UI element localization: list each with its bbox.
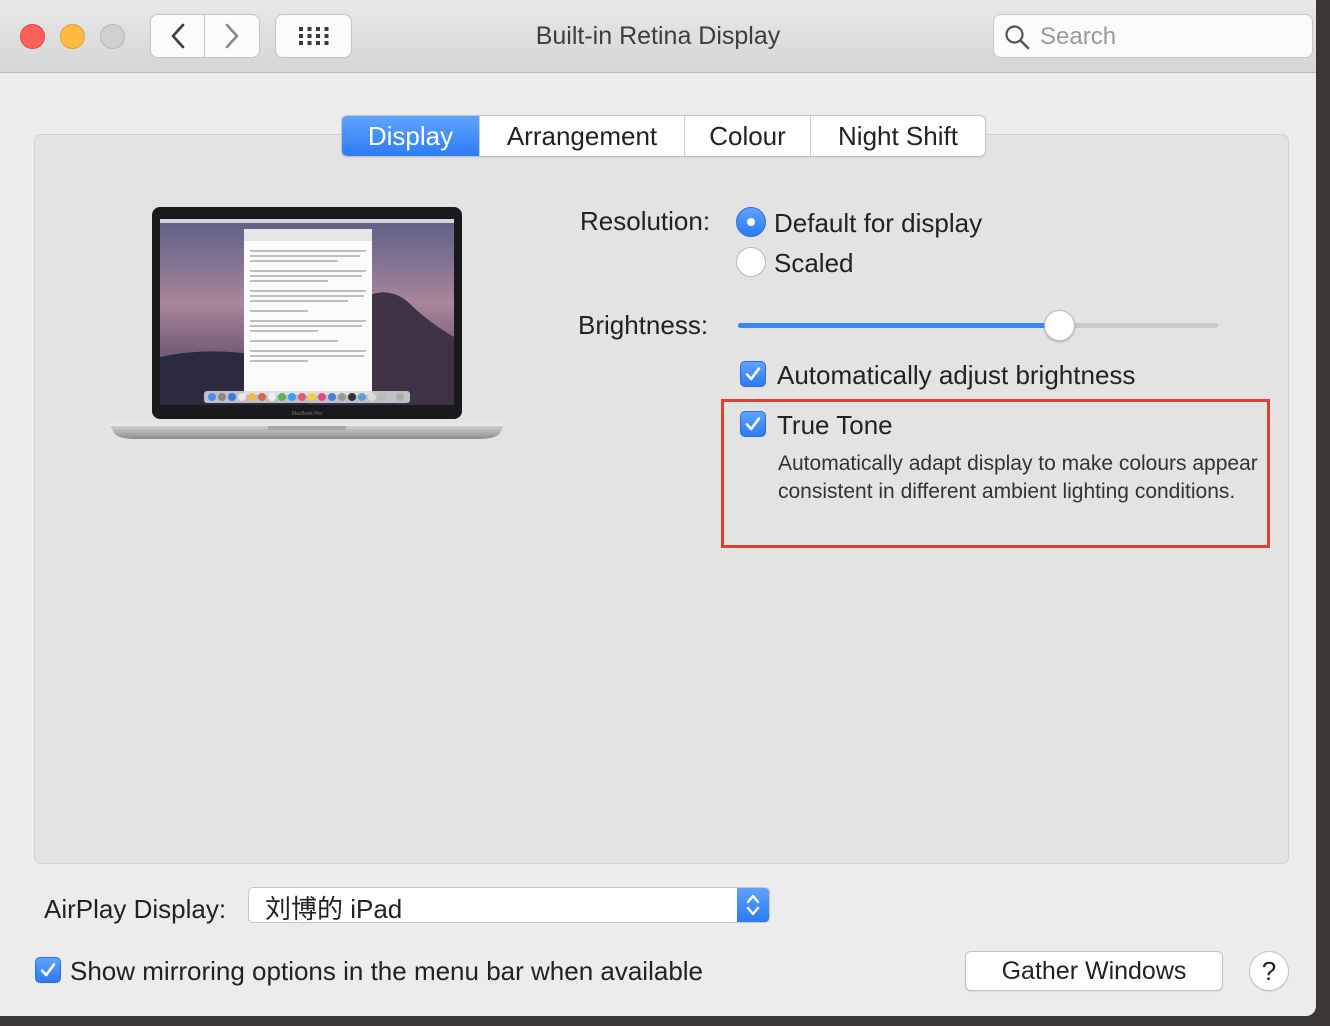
resolution-scaled-radio[interactable] — [736, 247, 766, 277]
airplay-display-label: AirPlay Display: — [44, 894, 227, 924]
chevron-left-icon — [171, 23, 184, 49]
search-field[interactable] — [993, 14, 1313, 58]
title-bar: Built-in Retina Display — [0, 0, 1316, 73]
chevron-right-icon — [225, 23, 239, 49]
airplay-display-value: 刘博的 iPad — [265, 894, 403, 924]
search-icon — [1005, 25, 1030, 50]
tab-arrangement[interactable]: Arrangement — [479, 116, 684, 156]
minimize-window-button[interactable] — [60, 24, 85, 49]
tab-bar: Display Arrangement Colour Night Shift — [341, 115, 986, 157]
mirroring-label[interactable]: Show mirroring options in the menu bar w… — [70, 956, 703, 987]
close-window-button[interactable] — [20, 24, 45, 49]
tab-colour[interactable]: Colour — [684, 116, 810, 156]
help-button[interactable]: ? — [1249, 951, 1289, 991]
brightness-slider[interactable] — [738, 310, 1218, 341]
auto-brightness-checkbox[interactable] — [740, 361, 766, 387]
checkmark-icon — [40, 963, 56, 977]
forward-button[interactable] — [205, 14, 260, 58]
system-preferences-window: Built-in Retina Display Display Arrangem… — [0, 0, 1316, 1016]
gather-windows-button[interactable]: Gather Windows — [965, 951, 1223, 991]
tab-display[interactable]: Display — [342, 116, 479, 156]
airplay-display-select[interactable]: 刘博的 iPad — [248, 887, 770, 924]
back-button[interactable] — [150, 14, 205, 58]
checkmark-icon — [745, 367, 761, 381]
laptop-label: MacBook Pro — [292, 411, 322, 417]
tab-night-shift[interactable]: Night Shift — [810, 116, 985, 156]
resolution-default-radio[interactable] — [736, 207, 766, 237]
brightness-label: Brightness: — [578, 310, 709, 340]
select-stepper[interactable] — [737, 888, 769, 922]
resolution-label: Resolution: — [580, 206, 711, 236]
grid-icon — [298, 27, 328, 45]
resolution-scaled-label[interactable]: Scaled — [774, 248, 854, 279]
mirroring-checkbox[interactable] — [35, 957, 61, 983]
brightness-slider-fill — [738, 323, 1060, 328]
resolution-default-label[interactable]: Default for display — [774, 208, 982, 239]
search-input[interactable] — [1038, 20, 1302, 54]
zoom-window-button[interactable] — [100, 24, 125, 49]
auto-brightness-label[interactable]: Automatically adjust brightness — [777, 360, 1135, 391]
chevron-up-down-icon — [746, 894, 760, 916]
show-all-button[interactable] — [275, 14, 352, 58]
brightness-slider-knob[interactable] — [1044, 310, 1076, 341]
laptop-illustration: MacBook Pro — [110, 207, 504, 439]
true-tone-highlight-box — [721, 399, 1270, 548]
